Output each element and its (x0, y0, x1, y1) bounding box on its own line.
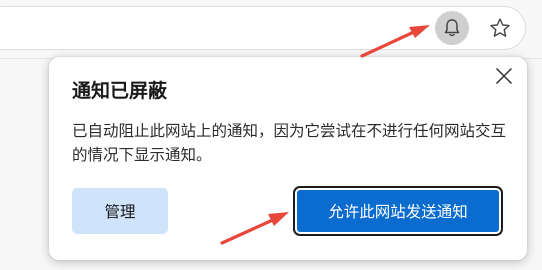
popup-title: 通知已屏蔽 (72, 80, 168, 102)
star-icon (490, 18, 510, 37)
popup-description: 已自动阻止此网站上的通知，因为它尝试在不进行任何网站交互的情况下显示通知。 (72, 122, 507, 164)
notification-blocked-popup: 通知已屏蔽 已自动阻止此网站上的通知，因为它尝试在不进行任何网站交互的情况下显示… (49, 57, 527, 260)
notification-blocked-button[interactable] (435, 11, 469, 45)
browser-window: 通知已屏蔽 已自动阻止此网站上的通知，因为它尝试在不进行任何网站交互的情况下显示… (0, 0, 542, 270)
allow-notifications-button[interactable]: 允许此网站发送通知 (295, 188, 501, 234)
favorite-button[interactable] (483, 11, 517, 45)
manage-button[interactable]: 管理 (72, 188, 168, 234)
bell-icon (444, 19, 460, 37)
close-icon (496, 68, 512, 84)
close-button[interactable] (489, 61, 519, 91)
